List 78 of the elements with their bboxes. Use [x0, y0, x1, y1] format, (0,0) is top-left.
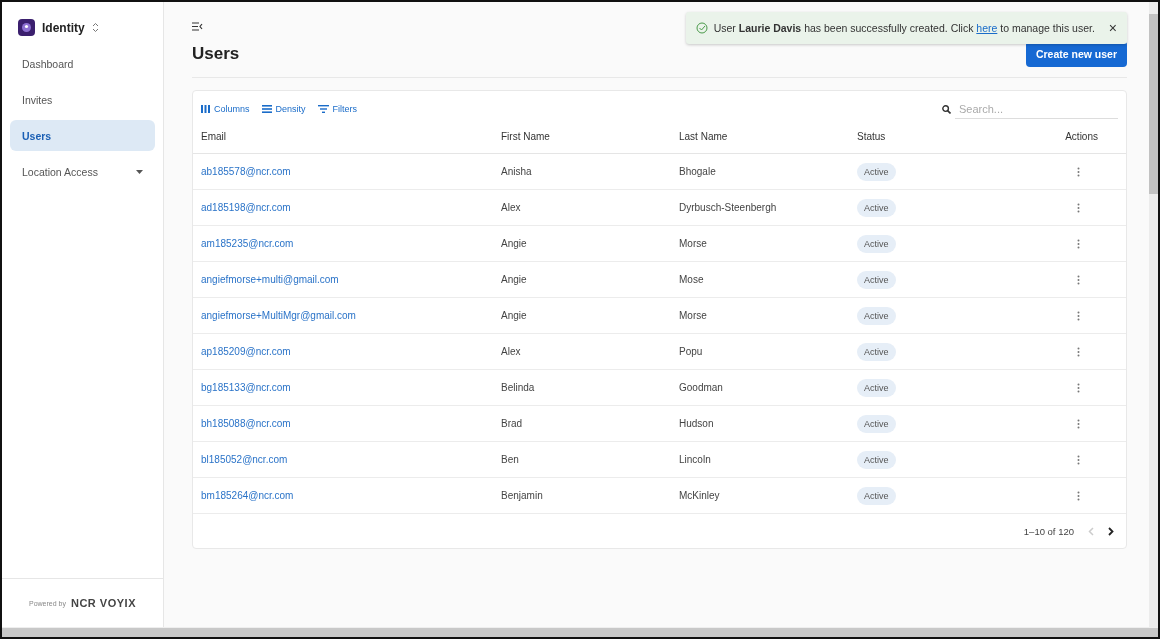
search-icon	[942, 104, 951, 114]
email-link[interactable]: bl185052@ncr.com	[201, 454, 288, 465]
more-options-icon[interactable]	[1077, 202, 1080, 213]
more-options-icon[interactable]	[1077, 238, 1080, 249]
table-cell: Angie	[493, 298, 671, 334]
status-chip: Active	[857, 450, 896, 469]
more-options-icon[interactable]	[1077, 490, 1080, 501]
toast-message: User Laurie Davis has been successfully created. Click here to manage this user.	[713, 22, 1095, 34]
email-link[interactable]: ab185578@ncr.com	[201, 166, 291, 177]
table-cell: Mose	[671, 262, 849, 298]
more-options-icon[interactable]	[1077, 274, 1080, 285]
columns-icon	[201, 105, 210, 113]
table-cell: Alex	[493, 334, 671, 370]
more-options-icon[interactable]	[1077, 310, 1080, 321]
filter-icon	[317, 105, 329, 113]
status-chip: Active	[857, 342, 896, 361]
table-cell: Angie	[493, 262, 671, 298]
table-cell: Hudson	[671, 406, 849, 442]
table-cell: Belinda	[493, 370, 671, 406]
close-button[interactable]: ×	[1108, 20, 1117, 36]
brand-logo: NCR VOYIX	[70, 597, 136, 609]
table-cell: Morse	[671, 298, 849, 334]
check-circle-icon	[695, 22, 708, 34]
status-chip: Active	[857, 378, 896, 397]
chevron-updown-icon[interactable]	[91, 22, 99, 33]
table-cell: Bhogale	[671, 154, 849, 190]
table-cell: McKinley	[671, 478, 849, 514]
table-cell: Anisha	[493, 154, 671, 190]
status-chip: Active	[857, 486, 896, 505]
table-cell: Lincoln	[671, 442, 849, 478]
email-link[interactable]: bm185264@ncr.com	[201, 490, 294, 501]
app-name: Identity	[42, 20, 85, 35]
table-cell: Goodman	[671, 370, 849, 406]
density-button[interactable]: Density	[261, 104, 306, 114]
email-link[interactable]: bg185133@ncr.com	[201, 382, 291, 393]
column-header: First Name	[493, 119, 671, 154]
page-title: Users	[192, 44, 240, 64]
table-cell: Brad	[493, 406, 671, 442]
more-options-icon[interactable]	[1077, 382, 1080, 393]
status-chip: Active	[857, 306, 896, 325]
email-link[interactable]: bh185088@ncr.com	[201, 418, 291, 429]
table-cell: Benjamin	[493, 478, 671, 514]
more-options-icon[interactable]	[1077, 346, 1080, 357]
email-link[interactable]: angiefmorse+MultiMgr@gmail.com	[201, 310, 356, 321]
sidebar-item[interactable]: Dashboard	[10, 48, 155, 79]
pagination-range: 1–10 of 120	[1023, 525, 1074, 537]
collapse-sidebar-icon[interactable]	[192, 22, 203, 31]
column-header: Status	[849, 119, 999, 154]
column-header: Last Name	[671, 119, 849, 154]
columns-button[interactable]: Columns	[201, 104, 250, 114]
status-chip: Active	[857, 414, 896, 433]
filters-button[interactable]: Filters	[317, 104, 358, 114]
status-chip: Active	[857, 198, 896, 217]
email-link[interactable]: angiefmorse+multi@gmail.com	[201, 274, 339, 285]
app-logo-icon	[18, 19, 35, 36]
column-header: Email	[193, 119, 493, 154]
table-cell: Alex	[493, 190, 671, 226]
table-cell: Ben	[493, 442, 671, 478]
sidebar-item[interactable]: Users	[10, 120, 155, 151]
table-cell: Dyrbusch-Steenbergh	[671, 190, 849, 226]
manage-user-link[interactable]: here	[976, 22, 998, 34]
sidebar-item[interactable]: Location Access	[10, 156, 155, 187]
sidebar-item[interactable]: Invites	[10, 84, 155, 115]
table-cell: Morse	[671, 226, 849, 262]
caret-icon	[136, 169, 143, 174]
status-chip: Active	[857, 270, 896, 289]
more-options-icon[interactable]	[1077, 166, 1080, 177]
status-chip: Active	[857, 162, 896, 181]
column-header: Actions	[999, 119, 1126, 154]
more-options-icon[interactable]	[1077, 418, 1080, 429]
email-link[interactable]: ap185209@ncr.com	[201, 346, 291, 357]
status-chip: Active	[857, 234, 896, 253]
table-cell: Popu	[671, 334, 849, 370]
email-link[interactable]: am185235@ncr.com	[201, 238, 294, 249]
density-icon	[261, 105, 272, 113]
more-options-icon[interactable]	[1077, 454, 1080, 465]
email-link[interactable]: ad185198@ncr.com	[201, 202, 291, 213]
table-cell: Angie	[493, 226, 671, 262]
